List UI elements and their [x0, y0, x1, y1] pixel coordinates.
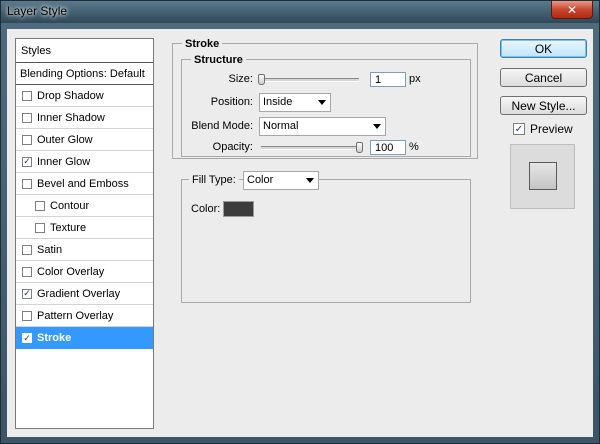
style-item-color-overlay[interactable]: Color Overlay — [16, 261, 153, 283]
position-dropdown[interactable]: Inside — [259, 93, 331, 112]
style-item-label: Outer Glow — [37, 133, 93, 146]
stroke-title: Stroke — [182, 38, 223, 50]
style-items-container: Drop Shadow Inner Shadow Outer Glow ✓ Inner … — [16, 85, 153, 349]
style-checkbox[interactable] — [22, 244, 32, 255]
styles-header[interactable]: Styles — [16, 39, 153, 63]
style-checkbox[interactable] — [22, 178, 32, 189]
style-item-label: Contour — [50, 199, 90, 212]
style-item-texture[interactable]: Texture — [16, 217, 153, 239]
style-item-contour[interactable]: Contour — [16, 195, 153, 217]
close-button[interactable]: ✕ — [551, 1, 593, 19]
opacity-input[interactable]: 100 — [370, 140, 406, 155]
style-checkbox[interactable]: ✓ — [22, 333, 32, 343]
style-preview-thumbnail — [510, 144, 575, 209]
style-item-label: Inner Glow — [37, 155, 91, 168]
position-label: Position: — [210, 96, 253, 108]
style-item-label: Inner Shadow — [37, 111, 105, 124]
style-item-label: Texture — [50, 221, 87, 234]
style-checkbox[interactable] — [22, 266, 32, 277]
style-item-stroke[interactable]: ✓ Stroke — [16, 327, 153, 349]
preview-swatch-icon — [529, 162, 557, 190]
fill-type-group — [181, 179, 471, 303]
fill-type-label: Fill Type: — [189, 174, 239, 186]
size-label: Size: — [228, 73, 253, 85]
blend-mode-dropdown[interactable]: Normal — [259, 117, 386, 136]
style-item-pattern-overlay[interactable]: Pattern Overlay — [16, 305, 153, 327]
layer-style-dialog: Layer Style ✕ Styles Blending Options: D… — [0, 0, 600, 444]
size-input[interactable]: 1 — [370, 72, 406, 87]
chevron-down-icon — [306, 178, 314, 183]
blending-options-item[interactable]: Blending Options: Default — [16, 63, 153, 85]
cancel-button[interactable]: Cancel — [500, 68, 587, 87]
style-item-label: Satin — [37, 243, 63, 256]
preview-toggle[interactable]: ✓ Preview — [513, 122, 573, 136]
structure-title: Structure — [191, 54, 246, 66]
style-item-label: Stroke — [37, 332, 72, 344]
fill-type-value: Color — [247, 174, 274, 186]
style-item-satin[interactable]: Satin — [16, 239, 153, 261]
color-swatch[interactable] — [223, 201, 254, 217]
blend-mode-value: Normal — [263, 120, 299, 132]
fill-type-dropdown[interactable]: Color — [243, 171, 319, 190]
style-checkbox[interactable] — [35, 222, 45, 233]
close-icon: ✕ — [566, 2, 578, 17]
size-slider[interactable] — [258, 74, 359, 85]
style-item-drop-shadow[interactable]: Drop Shadow — [16, 85, 153, 107]
style-item-bevel-and-emboss[interactable]: Bevel and Emboss — [16, 173, 153, 195]
style-checkbox[interactable] — [22, 310, 32, 321]
style-item-label: Color Overlay — [37, 265, 105, 278]
style-checkbox[interactable] — [22, 90, 32, 101]
opacity-slider-thumb[interactable] — [356, 142, 363, 153]
position-value: Inside — [263, 96, 293, 108]
preview-label: Preview — [530, 122, 573, 136]
style-checkbox[interactable] — [35, 200, 45, 211]
styles-list: Styles Blending Options: Default Drop Sh… — [15, 38, 154, 429]
preview-checkbox[interactable]: ✓ — [513, 123, 525, 135]
style-item-inner-shadow[interactable]: Inner Shadow — [16, 107, 153, 129]
ok-button[interactable]: OK — [500, 39, 587, 58]
dialog-client-area: Styles Blending Options: Default Drop Sh… — [7, 29, 593, 437]
size-unit: px — [409, 73, 421, 85]
style-checkbox[interactable]: ✓ — [22, 288, 32, 299]
opacity-label: Opacity: — [212, 141, 253, 153]
style-item-label: Pattern Overlay — [37, 309, 114, 322]
window-title: Layer Style — [7, 4, 68, 18]
style-checkbox[interactable] — [22, 134, 32, 145]
style-item-label: Drop Shadow — [37, 89, 104, 102]
opacity-unit: % — [409, 141, 419, 153]
size-slider-thumb[interactable] — [258, 74, 265, 85]
title-bar[interactable]: Layer Style ✕ — [1, 1, 599, 23]
style-checkbox[interactable]: ✓ — [22, 156, 32, 167]
new-style-button[interactable]: New Style... — [500, 96, 587, 115]
style-item-inner-glow[interactable]: ✓ Inner Glow — [16, 151, 153, 173]
opacity-slider[interactable] — [261, 142, 363, 153]
style-item-outer-glow[interactable]: Outer Glow — [16, 129, 153, 151]
chevron-down-icon — [373, 124, 381, 129]
blend-mode-label: Blend Mode: — [191, 120, 253, 132]
style-item-label: Bevel and Emboss — [37, 177, 129, 190]
style-item-label: Gradient Overlay — [37, 287, 121, 300]
style-checkbox[interactable] — [22, 112, 32, 123]
style-item-gradient-overlay[interactable]: ✓ Gradient Overlay — [16, 283, 153, 305]
chevron-down-icon — [318, 100, 326, 105]
color-label: Color: — [191, 203, 221, 215]
